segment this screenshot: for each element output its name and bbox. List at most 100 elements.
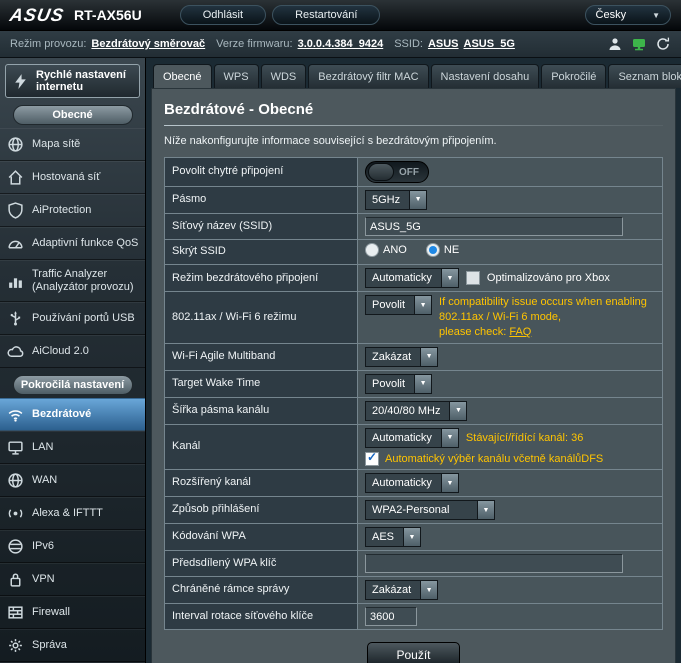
faq-link[interactable]: FAQ xyxy=(509,326,531,338)
wireless-mode-select[interactable]: Automaticky ▼ xyxy=(365,268,459,288)
page-description: Níže nakonfigurujte informace souvisejíc… xyxy=(164,135,663,147)
router-model: RT-AX56U xyxy=(74,7,142,23)
channel-bandwidth-select[interactable]: 20/40/80 MHz ▼ xyxy=(365,401,467,421)
aiprotection-icon xyxy=(7,202,24,219)
language-label: Česky xyxy=(596,9,627,21)
table-row: Pásmo 5GHz ▼ xyxy=(165,187,663,214)
sidebar-item-administration[interactable]: Správa xyxy=(0,629,145,662)
tab-roaming-block-list[interactable]: Seznam blokování roamingu xyxy=(608,64,681,88)
logout-button[interactable]: Odhlásit xyxy=(180,5,266,25)
field-label: Pásmo xyxy=(165,187,358,214)
sidebar-item-aiprotection[interactable]: AiProtection xyxy=(0,194,145,227)
page-title: Bezdrátové - Obecné xyxy=(164,101,663,118)
tab-general[interactable]: Obecné xyxy=(153,64,212,88)
table-row: Síťový název (SSID) xyxy=(165,214,663,240)
wpa-encryption-select[interactable]: AES ▼ xyxy=(365,527,421,547)
radio-label: NE xyxy=(444,243,459,257)
table-row: Skrýt SSID ANO NE xyxy=(165,240,663,265)
hide-ssid-radio-yes[interactable]: ANO xyxy=(365,243,407,257)
ssid-5g-link[interactable]: ASUS_5G xyxy=(464,38,515,50)
xbox-optimized-checkbox[interactable] xyxy=(466,271,480,285)
sidebar-item-lan[interactable]: LAN xyxy=(0,431,145,464)
ipv6-icon xyxy=(7,538,24,555)
chevron-down-icon: ▼ xyxy=(414,375,431,393)
sidebar-item-label: VPN xyxy=(32,573,55,586)
asus-logo: ASUS xyxy=(8,5,66,26)
auth-method-select[interactable]: WPA2-Personal ▼ xyxy=(365,500,495,520)
refresh-icon[interactable] xyxy=(655,36,671,52)
table-row: 802.11ax / Wi-Fi 6 režimu Povolit ▼ If c… xyxy=(165,292,663,344)
sidebar-item-label: Firewall xyxy=(32,606,70,619)
table-row: Kanál Automaticky ▼ Stávající/řídící kan… xyxy=(165,424,663,469)
chevron-down-icon: ▼ xyxy=(449,402,466,420)
sidebar-item-ipv6[interactable]: IPv6 xyxy=(0,530,145,563)
field-label: Skrýt SSID xyxy=(165,240,358,265)
chevron-down-icon: ▼ xyxy=(652,11,660,20)
agile-multiband-select[interactable]: Zakázat ▼ xyxy=(365,347,438,367)
sidebar-item-firewall[interactable]: Firewall xyxy=(0,596,145,629)
sidebar-item-aicloud[interactable]: AiCloud 2.0 xyxy=(0,335,145,368)
language-selector[interactable]: Česky ▼ xyxy=(585,5,671,25)
sidebar-item-wireless[interactable]: Bezdrátové xyxy=(0,398,145,431)
tab-wireless-mac-filter[interactable]: Bezdrátový filtr MAC xyxy=(308,64,428,88)
sidebar-item-label: Rychlé nastavení internetu xyxy=(36,69,133,93)
select-value: Povolit xyxy=(366,375,414,393)
band-select[interactable]: 5GHz ▼ xyxy=(365,190,427,210)
sidebar-item-label: Používání portů USB xyxy=(32,312,135,325)
sidebar-item-quick-internet-setup[interactable]: Rychlé nastavení internetu xyxy=(5,64,140,98)
ax-mode-select[interactable]: Povolit ▼ xyxy=(365,295,432,315)
top-buttons: Odhlásit Restartování xyxy=(180,5,381,25)
sidebar-item-label: WAN xyxy=(32,474,57,487)
select-value: WPA2-Personal xyxy=(366,501,477,519)
key-rotation-input[interactable] xyxy=(365,607,417,626)
tab-radius-setting[interactable]: Nastavení dosahu xyxy=(431,64,540,88)
sidebar-item-wan[interactable]: WAN xyxy=(0,464,145,497)
tab-professional[interactable]: Pokročilé xyxy=(541,64,606,88)
tab-wps[interactable]: WPS xyxy=(214,64,259,88)
sidebar-item-label: Mapa sítě xyxy=(32,138,80,151)
sidebar-item-traffic-analyzer[interactable]: Traffic Analyzer (Analyzátor provozu) xyxy=(0,260,145,302)
hide-ssid-radio-no[interactable]: NE xyxy=(426,243,459,257)
channel-select[interactable]: Automaticky ▼ xyxy=(365,428,459,448)
pmf-select[interactable]: Zakázat ▼ xyxy=(365,580,438,600)
aicloud-icon xyxy=(7,343,24,360)
tab-bar: Obecné WPS WDS Bezdrátový filtr MAC Nast… xyxy=(146,58,681,88)
sidebar-item-label: Traffic Analyzer (Analyzátor provozu) xyxy=(32,268,141,294)
reboot-button[interactable]: Restartování xyxy=(272,5,380,25)
sidebar-item-label: LAN xyxy=(32,441,53,454)
sidebar-item-adaptive-qos[interactable]: Adaptivní funkce QoS xyxy=(0,227,145,260)
field-label: Wi-Fi Agile Multiband xyxy=(165,343,358,370)
sidebar-item-network-map[interactable]: Mapa sítě xyxy=(0,128,145,161)
target-wake-time-select[interactable]: Povolit ▼ xyxy=(365,374,432,394)
extension-channel-select[interactable]: Automaticky ▼ xyxy=(365,473,459,493)
sidebar-item-alexa-ifttt[interactable]: Alexa & IFTTT xyxy=(0,497,145,530)
table-row: Rozšířený kanál Automaticky ▼ xyxy=(165,470,663,497)
sidebar-section-advanced: Pokročilá nastavení xyxy=(13,375,133,395)
operation-mode-link[interactable]: Bezdrátový směrovač xyxy=(91,38,205,50)
tab-wds[interactable]: WDS xyxy=(261,64,307,88)
hint-line-1: If compatibility issue occurs when enabl… xyxy=(439,296,647,323)
wpa-key-input[interactable] xyxy=(365,554,623,573)
table-row: Target Wake Time Povolit ▼ xyxy=(165,370,663,397)
field-label: Síťový název (SSID) xyxy=(165,214,358,240)
sidebar-item-guest-network[interactable]: Hostovaná síť xyxy=(0,161,145,194)
sidebar-item-label: Správa xyxy=(32,639,67,652)
select-value: Povolit xyxy=(366,296,414,314)
sidebar-item-vpn[interactable]: VPN xyxy=(0,563,145,596)
current-channel-status: Stávající/řídící kanál: 36 xyxy=(466,431,583,445)
sidebar-item-usb-application[interactable]: Používání portů USB xyxy=(0,302,145,335)
select-value: 20/40/80 MHz xyxy=(366,402,449,420)
smart-connect-toggle[interactable]: OFF xyxy=(365,161,429,183)
apply-button[interactable]: Použít xyxy=(367,642,459,663)
firmware-version-link[interactable]: 3.0.0.4.384_9424 xyxy=(298,38,384,50)
usb-icon xyxy=(7,310,24,327)
wired-status-icon[interactable] xyxy=(631,36,647,52)
table-row: Režim bezdrátového připojení Automaticky… xyxy=(165,265,663,292)
ssid-24g-link[interactable]: ASUS xyxy=(428,38,459,50)
chevron-down-icon: ▼ xyxy=(441,429,458,447)
sidebar-item-label: AiCloud 2.0 xyxy=(32,345,89,358)
ssid-input[interactable] xyxy=(365,217,623,236)
dfs-channel-checkbox[interactable] xyxy=(365,452,379,466)
clients-icon[interactable] xyxy=(607,36,623,52)
select-value: Automaticky xyxy=(366,429,441,447)
